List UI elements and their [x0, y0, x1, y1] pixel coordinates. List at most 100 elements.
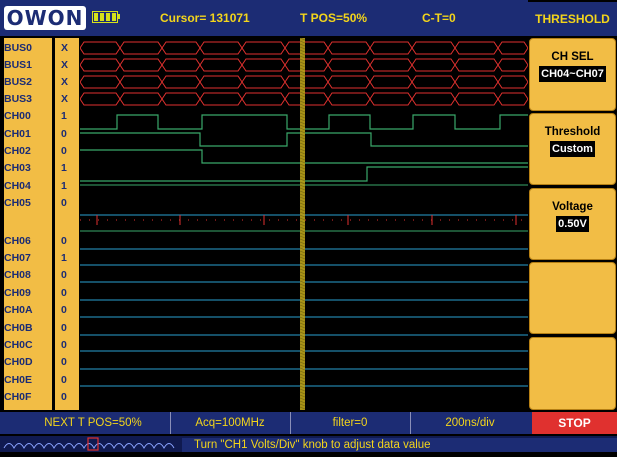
ch-sel-button[interactable]: CH SEL CH04~CH07: [529, 38, 616, 111]
channel-label-ch0f: CH0F: [4, 391, 32, 403]
channel-label-ch04: CH04: [4, 180, 31, 192]
bus2-segment: [454, 75, 499, 89]
filter-readout: filter=0: [290, 412, 409, 434]
channel-label-ch0a: CH0A: [4, 304, 33, 316]
memory-waveform-icon: [3, 437, 175, 451]
channel-value-ch00: 1: [61, 110, 67, 122]
bus2-segment: [497, 75, 528, 89]
bus1-segment: [454, 58, 499, 72]
empty-menu-button-4[interactable]: [529, 262, 616, 334]
bus0-segment: [411, 41, 456, 55]
bus1-segment: [369, 58, 413, 72]
threshold-button[interactable]: Threshold Custom: [529, 113, 616, 185]
bus3-segment: [119, 92, 163, 106]
channel-value-ch08: 0: [61, 269, 67, 281]
bus3-segment: [327, 92, 371, 106]
bus1-segment: [161, 58, 201, 72]
bus3-segment: [411, 92, 456, 106]
cursor-trigger-readout: C-T=0: [422, 11, 456, 25]
bus0-segment: [454, 41, 499, 55]
channel-label-ch0c: CH0C: [4, 339, 33, 351]
channel-value-ch02: 0: [61, 145, 67, 157]
bus2-segment: [119, 75, 163, 89]
bus1-segment: [327, 58, 371, 72]
channel-label-ch0b: CH0B: [4, 322, 33, 334]
channel-value-ch07: 1: [61, 252, 67, 264]
bus3-segment: [284, 92, 329, 106]
channel-value-ch03: 1: [61, 162, 67, 174]
bus1-segment: [80, 58, 121, 72]
channel-value-bus2: X: [61, 76, 69, 88]
ch-sel-value: CH04~CH07: [539, 66, 606, 82]
battery-icon: [92, 11, 118, 23]
voltage-button[interactable]: Voltage 0.50V: [529, 188, 616, 260]
bus1-segment: [497, 58, 528, 72]
channel-value-ch05: 0: [61, 197, 67, 209]
channel-label-bus0: BUS0: [4, 42, 33, 54]
channel-value-ch09: 0: [61, 287, 67, 299]
channel-label-ch02: CH02: [4, 145, 31, 157]
bus0-segment: [327, 41, 371, 55]
channel-label-ch09: CH09: [4, 287, 31, 299]
owon-logo: OWON: [4, 6, 86, 30]
channel-name-column: BUS0 BUS1 BUS2 BUS3 CH00 CH01 CH02 CH03 CH04 CH05…: [4, 38, 52, 410]
channel-label-ch00: CH00: [4, 110, 31, 122]
channel-value-ch06: 0: [61, 235, 67, 247]
bus3-segment: [497, 92, 528, 106]
bus1-segment: [241, 58, 286, 72]
channel-label-ch08: CH08: [4, 269, 31, 281]
channel-value-bus1: X: [61, 59, 69, 71]
bus2-segment: [199, 75, 243, 89]
channel-value-ch0a: 0: [61, 304, 67, 316]
bus3-segment: [241, 92, 286, 106]
bus3-segment: [199, 92, 243, 106]
bus3-segment: [80, 92, 121, 106]
trigger-position-readout: T POS=50%: [300, 11, 368, 25]
cursor-readout: Cursor= 131071: [160, 11, 250, 25]
channel-label-ch03: CH03: [4, 162, 31, 174]
threshold-label: Threshold: [544, 126, 601, 138]
channel-label-ch0d: CH0D: [4, 356, 33, 368]
channel-value-ch0e: 0: [61, 374, 67, 386]
voltage-label: Voltage: [552, 201, 593, 213]
channel-value-bus3: X: [61, 93, 69, 105]
channel-value-ch0b: 0: [61, 322, 67, 334]
bus3-segment: [454, 92, 499, 106]
waveform-display[interactable]: [80, 38, 528, 410]
bus0-segment: [369, 41, 413, 55]
bus2-segment: [327, 75, 371, 89]
bus2-segment: [80, 75, 121, 89]
bus0-segment: [161, 41, 201, 55]
bus0-segment: [284, 41, 329, 55]
acquisition-rate-readout: Acq=100MHz: [170, 412, 289, 434]
channel-label-ch05: CH05: [4, 197, 31, 209]
channel-value-ch0f: 0: [61, 391, 67, 403]
bus2-segment: [241, 75, 286, 89]
channel-label-ch06: CH06: [4, 235, 31, 247]
bus2-segment: [411, 75, 456, 89]
stop-run-status[interactable]: STOP: [532, 412, 617, 434]
channel-value-column: XXXX1001100100000000: [55, 38, 79, 410]
bus1-segment: [411, 58, 456, 72]
bus3-segment: [161, 92, 201, 106]
menu-title: THRESHOLD: [528, 2, 617, 36]
next-tpos-readout: NEXT T POS=50%: [44, 417, 142, 429]
bus0-segment: [497, 41, 528, 55]
channel-value-ch04: 1: [61, 180, 67, 192]
channel-value-ch01: 0: [61, 128, 67, 140]
channel-value-bus0: X: [61, 42, 69, 54]
channel-label-bus1: BUS1: [4, 59, 33, 71]
channel-label-bus2: BUS2: [4, 76, 33, 88]
channel-label-ch0e: CH0E: [4, 374, 33, 386]
bus0-segment: [119, 41, 163, 55]
hint-message: Turn "CH1 Volts/Div" knob to adjust data…: [182, 438, 617, 452]
battery-tip: [118, 14, 120, 19]
bus1-segment: [199, 58, 243, 72]
bus2-segment: [161, 75, 201, 89]
bus1-segment: [284, 58, 329, 72]
channel-label-ch07: CH07: [4, 252, 31, 264]
bus2-segment: [369, 75, 413, 89]
voltage-value: 0.50V: [556, 216, 589, 232]
empty-menu-button-5[interactable]: [529, 337, 616, 410]
channel-value-ch0d: 0: [61, 356, 67, 368]
